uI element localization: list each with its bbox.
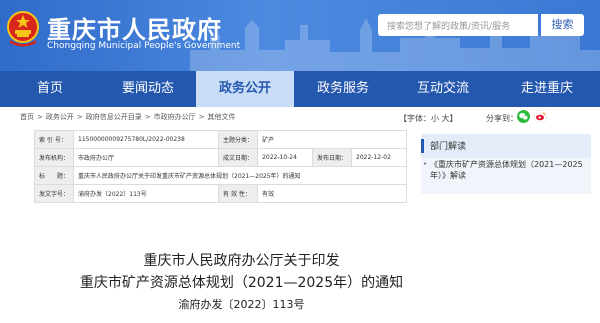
topic-value: 矿产 <box>257 130 407 149</box>
article-title-line2: 重庆市矿产资源总体规划（2021—2025年）的通知 <box>79 275 404 291</box>
publish-date-label: 发布日期： <box>312 148 353 167</box>
breadcrumb-catalog[interactable]: 政府信息公开目录 <box>86 113 142 121</box>
breadcrumb-separator: > <box>76 113 83 121</box>
breadcrumb-gov-affairs[interactable]: 政务公开 <box>46 113 74 121</box>
wechat-icon[interactable] <box>517 110 530 123</box>
nav-item-news[interactable]: 要闻动态 <box>100 71 196 107</box>
font-size-control: 【字体：小 大】 <box>399 113 458 124</box>
search-input[interactable] <box>387 16 537 38</box>
nav-item-services[interactable]: 政务服务 <box>294 71 392 107</box>
national-emblem-icon <box>7 11 39 47</box>
table-row: 标 题： 重庆市人民政府办公厅关于印发重庆市矿产资源总体规划（2021—2025… <box>33 166 407 185</box>
bullet-icon: • <box>423 160 428 168</box>
breadcrumb-separator: > <box>144 113 151 121</box>
site-subtitle: Chongqing Municipal People's Government <box>47 41 241 51</box>
table-row: 发文字号： 渝府办发〔2022〕113号 有 效 性： 有效 <box>33 184 407 203</box>
site-title: 重庆市人民政府 <box>47 16 222 44</box>
doc-number-value: 渝府办发〔2022〕113号 <box>73 184 220 203</box>
search-box <box>378 14 538 38</box>
table-row: 发布机构： 市政府办公厅 成文日期： 2022-10-24 发布日期： 2022… <box>33 148 407 167</box>
article-title-line1: 重庆市人民政府办公厅关于印发 <box>143 253 340 269</box>
breadcrumb-separator: > <box>37 113 43 121</box>
issuer-label: 发布机构： <box>33 148 75 167</box>
panel-header: 部门解读 <box>421 134 591 158</box>
validity-label: 有 效 性： <box>218 184 259 203</box>
title-value: 重庆市人民政府办公厅关于印发重庆市矿产资源总体规划（2021—2025年）的通知 <box>73 166 407 185</box>
font-large-button[interactable]: 大 <box>442 114 450 123</box>
table-row: 索 引 号： 11500000009275780L/2022-00238 主题分… <box>33 130 407 149</box>
breadcrumb-office[interactable]: 市政府办公厅 <box>154 113 196 121</box>
panel-title: 部门解读 <box>430 142 467 152</box>
nav-item-about-chongqing[interactable]: 走进重庆 <box>494 71 600 107</box>
panel-header-accent <box>421 139 424 153</box>
doc-number-label: 发文字号： <box>33 184 75 203</box>
breadcrumb-home[interactable]: 首页 <box>20 113 34 121</box>
font-size-label: 【字体： <box>399 114 431 123</box>
weibo-icon[interactable] <box>534 110 547 123</box>
title-label: 标 题： <box>33 166 75 185</box>
site-header: 重庆市人民政府 Chongqing Municipal People's Gov… <box>0 0 600 71</box>
breadcrumb-other-files[interactable]: 其他文件 <box>208 113 236 121</box>
article-doc-number: 渝府办发〔2022〕113号 <box>178 298 305 311</box>
written-date-value: 2022-10-24 <box>257 148 314 167</box>
department-interpretation-panel: 部门解读 • 《重庆市矿产资源总体规划（2021—2025年）》解读 <box>421 134 591 194</box>
publish-date-value: 2022-12-02 <box>351 148 407 167</box>
validity-value: 有效 <box>257 184 407 203</box>
main-nav: 首页 要闻动态 政务公开 政务服务 互动交流 走进重庆 <box>0 71 600 107</box>
font-size-end: 】 <box>449 114 458 123</box>
index-value: 11500000009275780L/2022-00238 <box>73 130 220 149</box>
document-info-table: 索 引 号： 11500000009275780L/2022-00238 主题分… <box>33 130 407 203</box>
interpretation-link[interactable]: 《重庆市矿产资源总体规划（2021—2025年）》解读 <box>430 159 590 181</box>
topic-label: 主题分类： <box>218 130 259 149</box>
index-label: 索 引 号： <box>33 130 75 149</box>
nav-item-interaction[interactable]: 互动交流 <box>392 71 494 107</box>
issuer-value: 市政府办公厅 <box>73 148 220 167</box>
font-small-button[interactable]: 小 <box>431 114 439 123</box>
breadcrumb-separator: > <box>198 113 205 121</box>
search-button[interactable]: 搜索 <box>541 14 584 36</box>
article-title: 重庆市人民政府办公厅关于印发 重庆市矿产资源总体规划（2021—2025年）的通… <box>20 250 463 294</box>
written-date-label: 成文日期： <box>218 148 259 167</box>
share-label: 分享到： <box>486 114 518 123</box>
breadcrumb: 首页 > 政务公开 > 政府信息公开目录 > 市政府办公厅 > 其他文件 <box>20 112 239 124</box>
nav-item-home[interactable]: 首页 <box>0 71 100 107</box>
nav-item-gov-affairs[interactable]: 政务公开 <box>196 71 294 107</box>
